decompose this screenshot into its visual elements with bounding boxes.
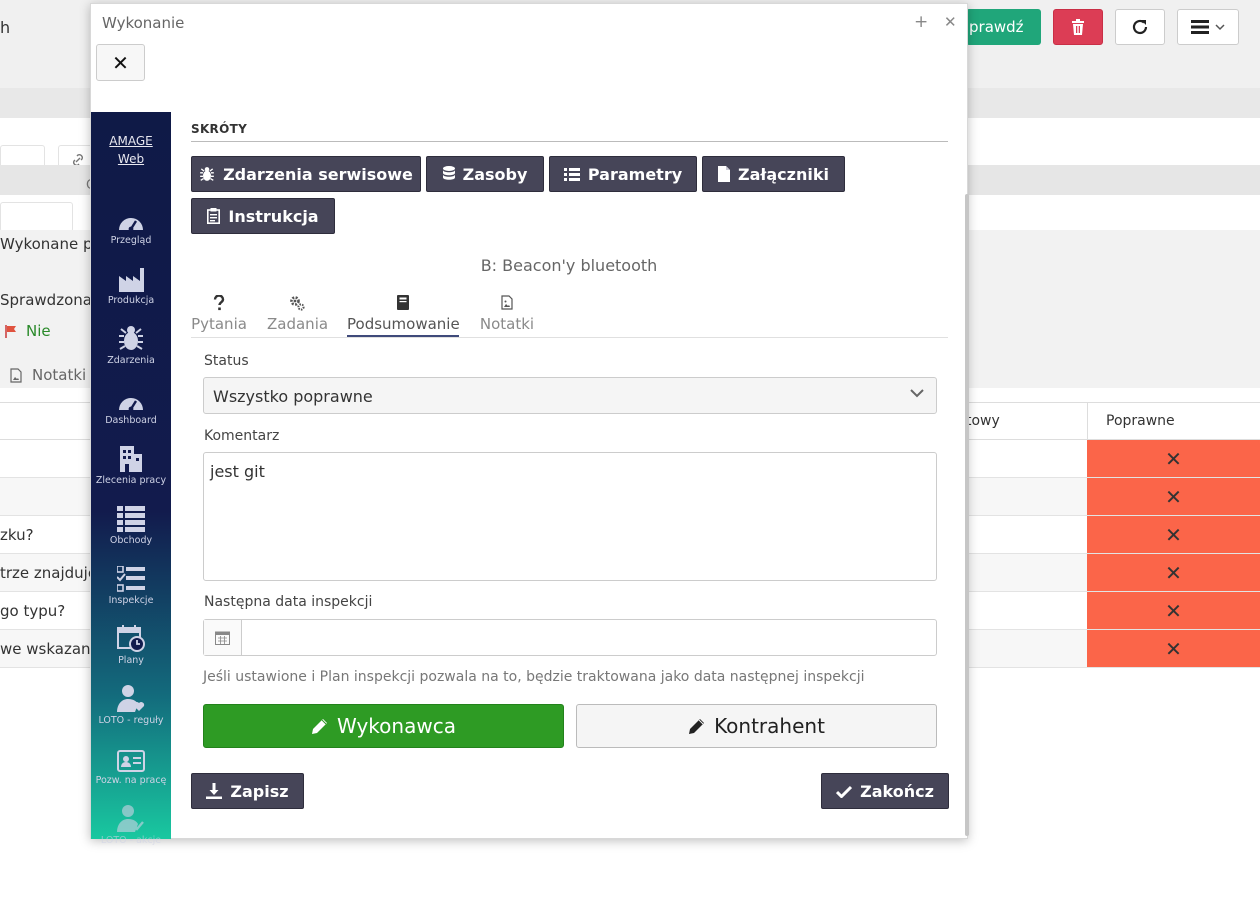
question-icon <box>213 295 225 311</box>
resources-button[interactable]: Zasoby <box>426 156 544 192</box>
menu-icon <box>1191 20 1209 34</box>
executor-button[interactable]: Wykonawca <box>203 704 564 748</box>
incorrect-cell: ✕ <box>1087 516 1260 553</box>
sidebar-item-work-permits[interactable]: Pozw. na pracę <box>91 740 171 786</box>
instructions-button[interactable]: Instrukcja <box>191 198 335 234</box>
checked-label: Sprawdzona <box>0 291 92 309</box>
attachments-button[interactable]: Załączniki <box>702 156 845 192</box>
pencil-icon <box>312 719 328 734</box>
modal-content: SKRÓTY Zdarzenia serwisowe Zasoby Parame… <box>171 112 967 839</box>
next-inspection-date-label: Następna data inspekcji <box>204 594 373 610</box>
checklist-icon <box>117 566 145 592</box>
page-header-text: h <box>0 18 11 37</box>
sidebar-item-loto-rules[interactable]: LOTO - reguły <box>91 680 171 726</box>
active-tab-indicator <box>347 335 459 337</box>
table-header-cell: Poprawne <box>1087 403 1260 440</box>
refresh-icon <box>1132 19 1148 35</box>
list-icon <box>563 167 580 181</box>
building-icon <box>120 446 142 472</box>
incorrect-cell: ✕ <box>1087 440 1260 477</box>
sidebar-item-inspections[interactable]: Inspekcje <box>91 560 171 606</box>
file-icon <box>718 166 731 182</box>
checked-value: Nie <box>4 322 51 340</box>
incorrect-cell: ✕ <box>1087 554 1260 591</box>
menu-button[interactable] <box>1177 9 1239 45</box>
contractor-button[interactable]: Kontrahent <box>576 704 937 748</box>
check-icon <box>836 785 853 798</box>
check-button-label: prawdź <box>969 18 1024 36</box>
sidebar-item-production[interactable]: Produkcja <box>91 260 171 306</box>
bug-icon <box>200 167 214 181</box>
check-button[interactable]: prawdź <box>966 9 1041 45</box>
tab-questions[interactable]: Pytania <box>191 295 247 333</box>
app-logo[interactable]: AMAGE Web <box>91 132 171 168</box>
file-image-icon <box>501 295 513 310</box>
incorrect-cell: ✕ <box>1087 630 1260 667</box>
chevron-down-icon <box>1215 24 1225 31</box>
tab-summary[interactable]: Podsumowanie <box>347 295 460 333</box>
chevron-down-icon <box>910 389 924 398</box>
tab-tasks[interactable]: Zadania <box>267 295 328 333</box>
flag-icon <box>5 325 16 338</box>
sidebar: AMAGE Web Przegląd Produkcja Zdarzenia D… <box>91 112 171 846</box>
gauge-icon <box>119 218 143 232</box>
calendar-icon <box>215 631 230 645</box>
status-select[interactable]: Wszystko poprawne <box>203 377 937 414</box>
maximize-icon[interactable]: + <box>914 12 928 32</box>
factory-icon <box>119 268 144 292</box>
scrollbar[interactable] <box>965 194 969 836</box>
modal-title: Wykonanie <box>102 14 185 32</box>
clipboard-icon <box>207 208 221 224</box>
user-heart-icon <box>117 685 145 712</box>
refresh-button[interactable] <box>1115 9 1165 45</box>
incorrect-cell: ✕ <box>1087 478 1260 515</box>
close-icon[interactable]: ✕ <box>944 13 957 31</box>
bug-icon <box>119 326 143 350</box>
table-header-cell: towy <box>966 413 1000 429</box>
file-image-icon <box>10 367 22 383</box>
next-inspection-help: Jeśli ustawione i Plan inspekcji pozwala… <box>203 669 865 685</box>
save-button[interactable]: Zapisz <box>191 773 304 809</box>
incorrect-cell: ✕ <box>1087 592 1260 629</box>
gears-icon <box>290 296 305 311</box>
delete-button[interactable] <box>1053 9 1103 45</box>
calendar-addon[interactable] <box>204 620 242 655</box>
close-button[interactable]: ✕ <box>96 44 145 81</box>
parameters-button[interactable]: Parametry <box>549 156 697 192</box>
pencil-icon <box>689 719 705 734</box>
download-icon <box>206 783 223 799</box>
tabs-divider <box>191 337 948 338</box>
trash-icon <box>1072 19 1084 35</box>
database-icon <box>442 166 455 180</box>
sidebar-item-rounds[interactable]: Obchody <box>91 500 171 546</box>
next-inspection-date-field[interactable] <box>203 619 937 656</box>
background-input[interactable] <box>0 202 73 232</box>
comment-label: Komentarz <box>204 428 280 444</box>
execution-modal: Wykonanie + ✕ ✕ AMAGE Web Przegląd Produ… <box>90 3 969 846</box>
shortcuts-title: SKRÓTY <box>191 122 248 136</box>
sidebar-item-dashboard[interactable]: Dashboard <box>91 380 171 426</box>
service-events-button[interactable]: Zdarzenia serwisowe <box>191 156 421 192</box>
tab-notes[interactable]: Notatki <box>479 295 535 333</box>
sidebar-item-loto-actions[interactable]: LOTO - akcje <box>91 800 171 846</box>
sidebar-item-work-orders[interactable]: Zlecenia pracy <box>91 440 171 486</box>
book-icon <box>397 295 409 310</box>
asset-subtitle: B: Beacon'y bluetooth <box>480 256 658 275</box>
calendar-clock-icon <box>117 625 145 652</box>
gauge-icon <box>119 398 143 412</box>
status-select-value: Wszystko poprawne <box>213 387 373 406</box>
user-check-icon <box>117 805 144 832</box>
finish-button[interactable]: Zakończ <box>821 773 949 809</box>
notes-tab-bg[interactable]: Notatki <box>10 366 86 384</box>
comment-textarea[interactable]: jest git <box>203 452 937 581</box>
divider <box>191 141 948 142</box>
sidebar-item-overview[interactable]: Przegląd <box>91 200 171 246</box>
sidebar-item-events[interactable]: Zdarzenia <box>91 320 171 366</box>
list-icon <box>117 506 145 532</box>
sidebar-item-plans[interactable]: Plany <box>91 620 171 666</box>
id-card-icon <box>117 750 145 772</box>
status-label: Status <box>204 353 249 369</box>
